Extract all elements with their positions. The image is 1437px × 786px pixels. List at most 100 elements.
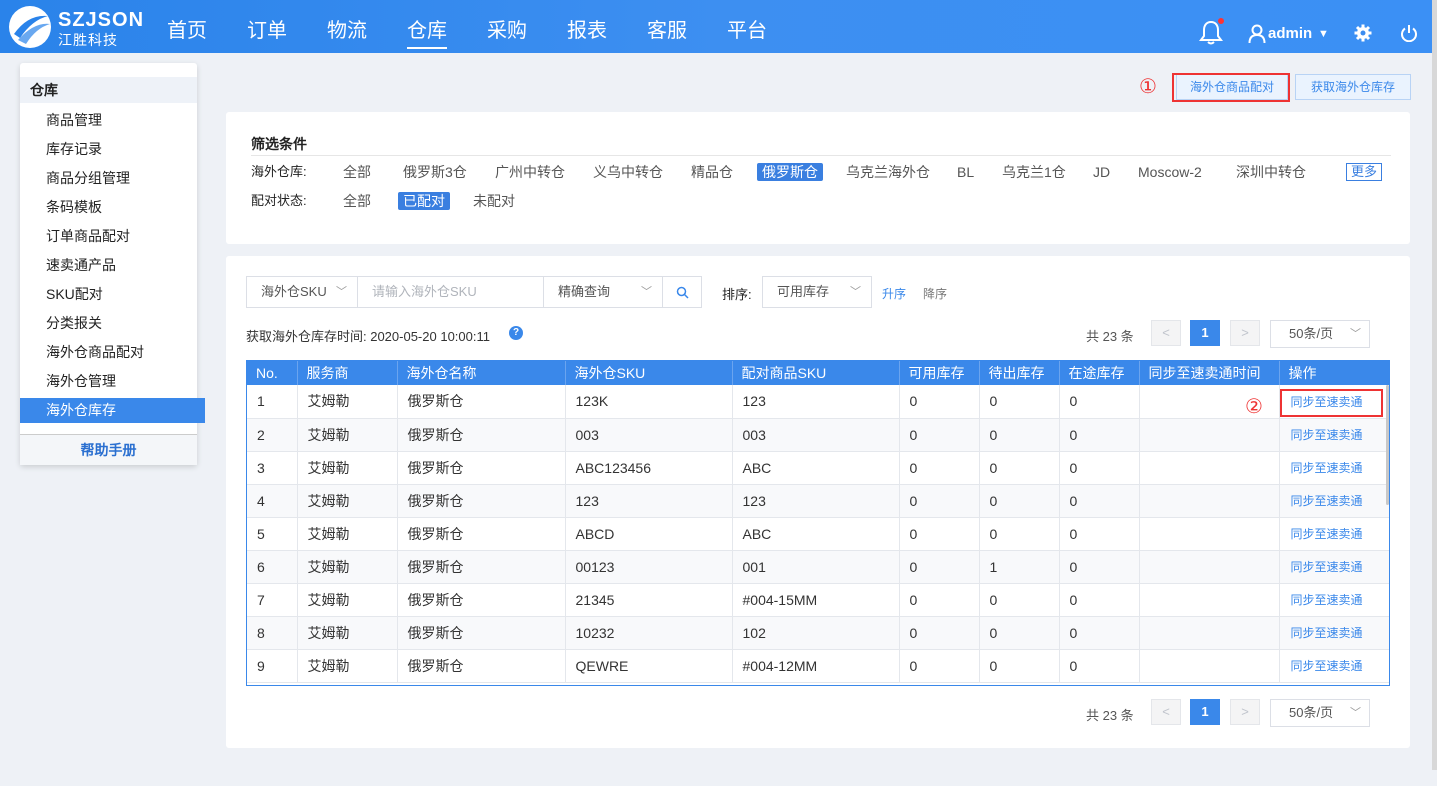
page-number-current[interactable]: 1 [1190,320,1220,346]
warehouse-option-yiwu[interactable]: 义乌中转仓 [588,163,668,181]
column-header-pending-out: 待出库存 [979,361,1060,385]
next-page-button[interactable]: > [1230,320,1260,346]
power-icon[interactable] [1400,24,1418,42]
sidebar-item-product-groups[interactable]: 商品分组管理 [20,166,197,191]
sort-field-select[interactable]: 可用库存 ﹀ [762,276,872,308]
nav-reports[interactable]: 报表 [567,18,607,44]
highlight-box-1 [1172,73,1290,102]
more-button[interactable]: 更多 [1346,163,1382,181]
sidebar-item-product-management[interactable]: 商品管理 [20,108,197,133]
cell-pending-out: 0 [979,649,1060,683]
chevron-down-icon: ﹀ [1350,328,1361,340]
nav-platform[interactable]: 平台 [727,18,767,44]
sidebar-item-overseas-warehouse-management[interactable]: 海外仓管理 [20,369,197,394]
gear-icon[interactable] [1354,24,1372,42]
prev-page-button-bottom[interactable]: < [1151,699,1181,725]
warehouse-option-moscow2[interactable]: Moscow-2 [1133,163,1207,181]
help-manual-link[interactable]: 帮助手册 [20,434,197,465]
warehouse-option-shenzhen[interactable]: 深圳中转仓 [1231,163,1311,181]
cell-available: 0 [899,484,980,518]
sync-to-aliexpress-link[interactable]: 同步至速卖通 [1279,616,1389,650]
cell-in-transit: 0 [1059,385,1140,419]
warehouse-option-ukraine1[interactable]: 乌克兰1仓 [997,163,1071,181]
page-size-select-bottom[interactable]: 50条/页 ﹀ [1270,699,1370,727]
user-icon[interactable] [1248,24,1266,44]
table-row: 1 艾姆勒 俄罗斯仓 123K 123 0 0 0 同步至速卖通 [247,385,1389,419]
warehouse-option-russia[interactable]: 俄罗斯仓 [757,163,823,181]
nav-warehouse[interactable]: 仓库 [407,18,447,49]
warehouse-option-all[interactable]: 全部 [338,163,376,181]
cell-available: 0 [899,385,980,419]
warehouse-option-ukraine-overseas[interactable]: 乌克兰海外仓 [841,163,935,181]
sidebar-item-overseas-product-pairing[interactable]: 海外仓商品配对 [20,340,197,365]
sync-to-aliexpress-link[interactable]: 同步至速卖通 [1279,550,1389,584]
next-page-button-bottom[interactable]: > [1230,699,1260,725]
sidebar-item-barcode-templates[interactable]: 条码模板 [20,195,197,220]
sort-descending-link[interactable]: 降序 [923,285,947,302]
status-option-unpaired[interactable]: 未配对 [468,192,520,210]
table-row: 5 艾姆勒 俄罗斯仓 ABCD ABC 0 0 0 同步至速卖通 [247,517,1389,551]
cell-sync-time [1139,616,1280,650]
table-row: 2 艾姆勒 俄罗斯仓 003 003 0 0 0 同步至速卖通 [247,418,1389,452]
column-header-warehouse-name: 海外仓名称 [397,361,566,385]
search-button[interactable] [662,276,702,308]
sort-field-value: 可用库存 [777,284,830,299]
sidebar-item-order-product-pairing[interactable]: 订单商品配对 [20,224,197,249]
cell-no: 9 [247,649,298,683]
search-field-select[interactable]: 海外仓SKU ﹀ [246,276,358,308]
prev-page-button[interactable]: < [1151,320,1181,346]
cell-pending-out: 0 [979,583,1060,617]
search-field-value: 海外仓SKU [261,284,327,299]
chevron-down-icon: ﹀ [1350,707,1361,719]
sync-to-aliexpress-link[interactable]: 同步至速卖通 [1279,484,1389,518]
cell-warehouse-sku: 21345 [565,583,733,617]
cell-pending-out: 0 [979,517,1060,551]
column-header-provider: 服务商 [297,361,398,385]
nav-purchasing[interactable]: 采购 [487,18,527,44]
user-menu[interactable]: admin [1268,24,1312,44]
sidebar-item-stock-records[interactable]: 库存记录 [20,137,197,162]
nav-logistics[interactable]: 物流 [327,18,367,44]
sync-to-aliexpress-link[interactable]: 同步至速卖通 [1279,451,1389,485]
sync-to-aliexpress-link[interactable]: 同步至速卖通 [1279,418,1389,452]
table-row: 7 艾姆勒 俄罗斯仓 21345 #004-15MM 0 0 0 同步至速卖通 [247,583,1389,617]
sidebar-item-overseas-inventory[interactable]: 海外仓库存 [20,398,205,423]
status-option-paired[interactable]: 已配对 [398,192,450,210]
sort-ascending-link[interactable]: 升序 [882,285,906,302]
status-option-all[interactable]: 全部 [338,192,376,210]
sync-to-aliexpress-link[interactable]: 同步至速卖通 [1279,649,1389,683]
cell-paired-sku: 001 [732,550,900,584]
column-header-available: 可用库存 [899,361,980,385]
caret-down-icon[interactable]: ▼ [1318,24,1329,44]
nav-home[interactable]: 首页 [167,18,207,44]
cell-available: 0 [899,550,980,584]
table-row: 3 艾姆勒 俄罗斯仓 ABC123456 ABC 0 0 0 同步至速卖通 [247,451,1389,485]
warehouse-option-premium[interactable]: 精品仓 [686,163,738,181]
warehouse-option-guangzhou[interactable]: 广州中转仓 [490,163,570,181]
nav-customer-service[interactable]: 客服 [647,18,687,44]
total-count-bottom: 共 23 条 [1086,708,1134,723]
top-navbar: SZJSON 江胜科技 首页 订单 物流 仓库 采购 报表 客服 平台 admi… [0,0,1437,53]
sync-to-aliexpress-link[interactable]: 同步至速卖通 [1279,517,1389,551]
sidebar-item-aliexpress-products[interactable]: 速卖通产品 [20,253,197,278]
sidebar-item-category-customs[interactable]: 分类报关 [20,311,197,336]
table-scrollbar[interactable] [1386,385,1389,505]
column-header-no: No. [247,361,298,385]
window-scrollbar[interactable] [1432,0,1437,770]
fetch-overseas-inventory-button[interactable]: 获取海外仓库存 [1295,74,1411,100]
sidebar-item-sku-pairing[interactable]: SKU配对 [20,282,197,307]
cell-provider: 艾姆勒 [297,550,398,584]
warehouse-option-bl[interactable]: BL [952,163,979,181]
nav-orders[interactable]: 订单 [247,18,287,44]
match-mode-select[interactable]: 精确查询 ﹀ [543,276,663,308]
sync-to-aliexpress-link[interactable]: 同步至速卖通 [1279,583,1389,617]
page-size-select[interactable]: 50条/页 ﹀ [1270,320,1370,348]
cell-warehouse-sku: ABC123456 [565,451,733,485]
page-number-current-bottom[interactable]: 1 [1190,699,1220,725]
help-question-icon[interactable]: ? [509,326,523,340]
warehouse-option-jd[interactable]: JD [1088,163,1115,181]
sku-search-input[interactable]: 请输入海外仓SKU [357,276,544,308]
warehouse-option-russia3[interactable]: 俄罗斯3仓 [398,163,472,181]
column-header-warehouse-sku: 海外仓SKU [565,361,733,385]
fetch-time-text: 获取海外仓库存时间: 2020-05-20 10:00:11 [246,329,490,344]
